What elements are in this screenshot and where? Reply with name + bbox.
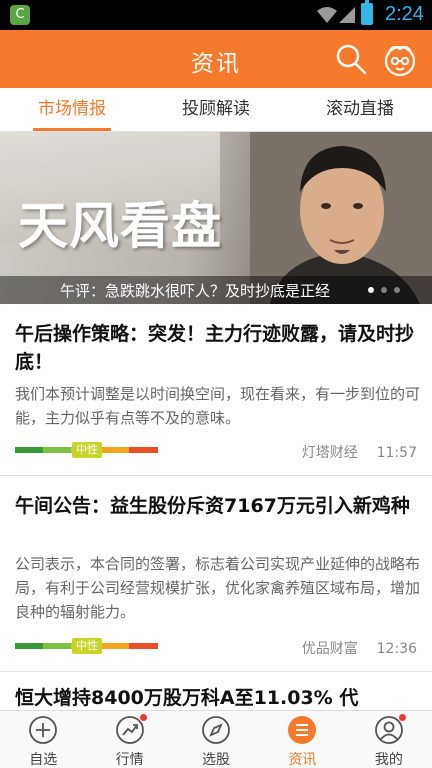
news-summary: 我们本预计调整是以时间换空间，现在看来，有一步到位的可能，主力似乎有点等不及的意… <box>15 385 421 427</box>
carousel-dot <box>394 287 400 293</box>
banner-caption-bar: 午评：急跌跳水很吓人？及时抄底是正经 <box>0 276 432 304</box>
category-tabs: 市场情报 投顾解读 滚动直播 <box>0 88 432 132</box>
news-item[interactable]: 午后操作策略：突发！主力行迹败露，请及时抄底！ 我们本预计调整是以时间换空间，现… <box>0 304 432 476</box>
user-avatar-icon[interactable] <box>382 41 418 77</box>
nav-label: 行情 <box>115 752 144 768</box>
news-time: 11:57 <box>376 445 417 461</box>
bottom-navigation: 自选 行情 选股 资讯 我的 <box>0 710 432 768</box>
tab-market-intel[interactable]: 市场情报 <box>0 88 144 131</box>
news-source: 优品财富 <box>301 641 358 657</box>
wifi-icon <box>317 7 337 23</box>
sentiment-meter: 中性 <box>15 442 158 458</box>
carousel-dot <box>381 287 387 293</box>
nav-label: 资讯 <box>288 752 317 768</box>
app-header: 资讯 <box>0 30 432 88</box>
news-item[interactable]: 午间公告：益生股份斥资7167万元引入新鸡种 公司表示，本合同的签署，标志着公司… <box>0 476 432 672</box>
news-meta: 优品财富 12:36 <box>302 638 417 658</box>
battery-icon <box>361 0 373 25</box>
notification-dot <box>139 714 147 721</box>
sentiment-badge: 中性 <box>72 442 102 458</box>
status-bar: C 2:24 <box>0 0 432 30</box>
featured-banner[interactable]: 天风看盘 午评：急跌跳水很吓人？及时抄底是正经 <box>0 132 432 304</box>
news-summary: 公司表示，本合同的签署，标志着公司实现产业延伸的战略布局，有利于公司经营规模扩张… <box>15 555 421 621</box>
news-meta: 灯塔财经 11:57 <box>302 442 417 462</box>
news-title: 恒大增持8400万股万科A至11.03% 代 <box>15 687 359 709</box>
nav-watchlist[interactable]: 自选 <box>0 711 86 768</box>
clock: 2:24 <box>385 3 424 25</box>
carousel-indicator <box>368 287 400 293</box>
signal-icon <box>339 7 355 23</box>
sentiment-badge: 中性 <box>72 638 102 654</box>
notification-dot <box>398 714 406 721</box>
compass-icon <box>202 716 230 744</box>
news-list-icon <box>288 716 317 744</box>
app-notification-icon: C <box>10 5 30 25</box>
news-source: 灯塔财经 <box>301 445 358 461</box>
nav-label: 自选 <box>29 752 58 768</box>
banner-caption: 午评：急跌跳水很吓人？及时抄底是正经 <box>60 282 331 300</box>
tab-live-feed[interactable]: 滚动直播 <box>288 88 432 131</box>
news-item[interactable]: 恒大增持8400万股万科A至11.03% 代 <box>0 672 432 712</box>
nav-stock-picker[interactable]: 选股 <box>173 711 259 768</box>
nav-label: 选股 <box>202 752 231 768</box>
sentiment-meter: 中性 <box>15 638 158 654</box>
nav-market[interactable]: 行情 <box>86 711 172 768</box>
carousel-dot <box>368 287 374 293</box>
banner-headline: 天风看盘 <box>18 196 222 255</box>
nav-news[interactable]: 资讯 <box>259 711 345 768</box>
nav-label: 我的 <box>374 752 403 768</box>
tab-advisor-analysis[interactable]: 投顾解读 <box>144 88 288 131</box>
news-time: 12:36 <box>376 641 417 657</box>
plus-circle-icon <box>29 716 58 744</box>
news-title: 午后操作策略：突发！主力行迹败露，请及时抄底！ <box>15 323 415 373</box>
nav-profile[interactable]: 我的 <box>346 711 432 768</box>
news-title: 午间公告：益生股份斥资7167万元引入新鸡种 <box>15 495 410 517</box>
search-icon[interactable] <box>334 42 368 76</box>
